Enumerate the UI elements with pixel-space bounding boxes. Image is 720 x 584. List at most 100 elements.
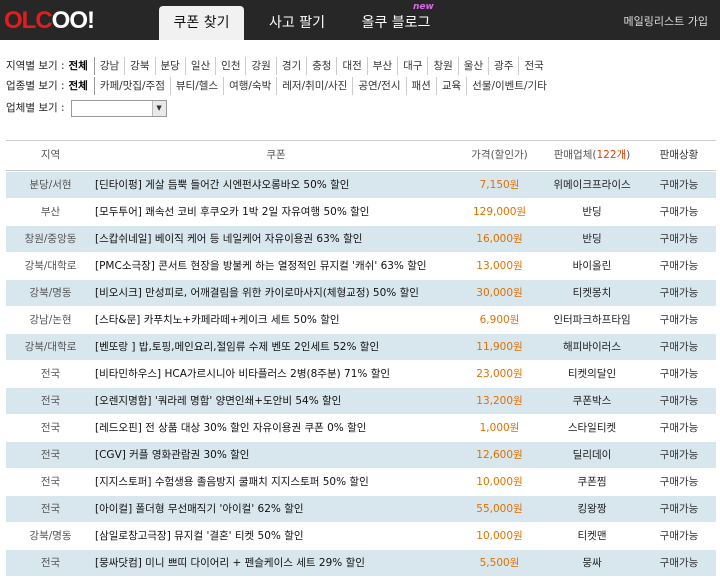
table-row[interactable]: 전국 [뭉싸닷컴] 미니 쁘띠 다이어리 + 펜슬케이스 세트 29% 할인 5… xyxy=(6,550,716,576)
row-price: 12,600원 xyxy=(476,449,523,461)
row-seller[interactable]: 바이올린 xyxy=(542,253,642,279)
table-row[interactable]: 전국 [레드오핀] 전 상품 대상 30% 할인 자유이용권 쿠폰 0% 할인 … xyxy=(6,415,716,441)
row-price: 129,000원 xyxy=(472,206,527,218)
row-status: 구매가능 xyxy=(659,179,699,191)
row-seller[interactable]: 스타일티켓 xyxy=(542,415,642,441)
region-item[interactable]: 울산 xyxy=(457,57,488,75)
row-coupon-link[interactable]: [삼일로창고극장] 뮤지컬 '결혼' 티켓 50% 할인 xyxy=(95,523,457,549)
row-coupon-link[interactable]: [PMC소극장] 콘서트 현장을 방불케 하는 열정적인 뮤지컬 '캐쉬' 63… xyxy=(95,253,457,279)
company-filter: 업체별 보기 : ▼ xyxy=(6,99,167,117)
table-row[interactable]: 강남/논현 [스타&문] 카푸치노+카페라떼+케이크 세트 50% 할인 6,9… xyxy=(6,307,716,333)
region-item[interactable]: 강북 xyxy=(124,57,154,75)
row-seller[interactable]: 쿠폰찜 xyxy=(542,469,642,495)
table-row[interactable]: 전국 [비타민하우스] HCA가르시니아 비타플러스 2병(8주분) 71% 할… xyxy=(6,361,716,387)
region-item[interactable]: 경기 xyxy=(275,57,306,75)
row-coupon-link[interactable]: [스타&문] 카푸치노+카페라떼+케이크 세트 50% 할인 xyxy=(95,307,457,333)
row-seller[interactable]: 인터파크하프타임 xyxy=(542,307,642,333)
region-item[interactable]: 인천 xyxy=(215,57,245,75)
row-region: 전국 xyxy=(40,449,61,461)
row-status: 구매가능 xyxy=(659,314,699,326)
region-item[interactable]: 강남 xyxy=(93,57,124,75)
row-coupon-link[interactable]: [오렌지명함] '쿼라레 명함' 양면인쇄+도안비 54% 할인 xyxy=(95,388,457,414)
row-status: 구매가능 xyxy=(659,368,699,380)
table-row[interactable]: 강북/명동 [비오시크] 만성피로, 어깨결림을 위한 카이로마사지(체형교정)… xyxy=(6,280,716,306)
table-row[interactable]: 전국 [오렌지명함] '쿼라레 명함' 양면인쇄+도안비 54% 할인 13,2… xyxy=(6,388,716,414)
row-price: 7,150원 xyxy=(479,179,520,191)
table-row[interactable]: 강북/대학로 [벤또랑 ] 밥,토핑,메인요리,절임류 수제 벤또 2인세트 5… xyxy=(6,334,716,360)
region-item[interactable]: 충청 xyxy=(306,57,336,75)
row-coupon-link[interactable]: [뭉싸닷컴] 미니 쁘띠 다이어리 + 펜슬케이스 세트 29% 할인 xyxy=(95,550,457,576)
category-item[interactable]: 교육 xyxy=(435,77,466,95)
table-row[interactable]: 창원/중앙동 [스캅쉬네일] 베이직 케어 등 네일케어 자유이용권 63% 할… xyxy=(6,226,716,252)
row-status: 구매가능 xyxy=(659,287,699,299)
region-item[interactable]: 대전 xyxy=(336,57,366,75)
category-item[interactable]: 카페/맛집/주점 xyxy=(93,77,170,95)
row-seller[interactable]: 위메이크프라이스 xyxy=(542,172,642,198)
row-coupon-link[interactable]: [비타민하우스] HCA가르시니아 비타플러스 2병(8주분) 71% 할인 xyxy=(95,361,457,387)
row-status: 구매가능 xyxy=(659,260,699,272)
region-item[interactable]: 대구 xyxy=(397,57,427,75)
table-row[interactable]: 전국 [지지스토퍼] 수험생용 졸음방지 쿨패치 지지스토퍼 50% 할인 10… xyxy=(6,469,716,495)
site-logo[interactable]: OLC OO! xyxy=(4,7,95,34)
region-item[interactable]: 강원 xyxy=(245,57,275,75)
mailing-list-link[interactable]: 메일링리스트 가입 xyxy=(624,13,708,29)
row-seller[interactable]: 쿠폰박스 xyxy=(542,388,642,414)
region-filter-all[interactable]: 전체 xyxy=(69,57,88,75)
table-row[interactable]: 강북/명동 [삼일로창고극장] 뮤지컬 '결혼' 티켓 50% 할인 10,00… xyxy=(6,523,716,549)
row-coupon-link[interactable]: [레드오핀] 전 상품 대상 30% 할인 자유이용권 쿠폰 0% 할인 xyxy=(95,415,457,441)
table-row[interactable]: 전국 [CGV] 커플 영화관람권 30% 할인 12,600원 딜리데이 구매… xyxy=(6,442,716,468)
region-item[interactable]: 광주 xyxy=(488,57,518,75)
row-seller[interactable]: 뭉싸 xyxy=(542,550,642,576)
region-item[interactable]: 일산 xyxy=(184,57,215,75)
company-select[interactable]: ▼ xyxy=(70,100,167,117)
company-filter-label: 업체별 보기 : xyxy=(6,102,65,114)
row-seller[interactable]: 딜리데이 xyxy=(542,442,642,468)
row-coupon-link[interactable]: [지지스토퍼] 수험생용 졸음방지 쿨패치 지지스토퍼 50% 할인 xyxy=(95,469,457,495)
row-seller[interactable]: 반딩 xyxy=(542,226,642,252)
tab-coupon-search[interactable]: 쿠폰 찾기 xyxy=(159,6,244,40)
category-filter-all[interactable]: 전체 xyxy=(69,77,88,95)
logo-text-red: OLC xyxy=(4,7,53,34)
row-seller[interactable]: 해피바이러스 xyxy=(542,334,642,360)
new-badge: new xyxy=(413,2,434,12)
chevron-down-icon[interactable]: ▼ xyxy=(151,101,166,116)
row-coupon-link[interactable]: [아이컬] 폴더형 무선매직기 '아이컬' 62% 할인 xyxy=(95,496,457,522)
row-seller[interactable]: 티켓의달인 xyxy=(542,361,642,387)
category-item[interactable]: 뷰티/헬스 xyxy=(169,77,223,95)
row-region: 전국 xyxy=(40,422,61,434)
row-seller[interactable]: 티켓몽치 xyxy=(542,280,642,306)
category-item[interactable]: 선물/이벤트/기타 xyxy=(466,77,552,95)
region-item[interactable]: 창원 xyxy=(427,57,457,75)
tab-buy-sell[interactable]: 사고 팔기 xyxy=(256,6,338,40)
region-item[interactable]: 전국 xyxy=(518,57,548,75)
header-region: 지역 xyxy=(40,149,61,161)
row-coupon-link[interactable]: [스캅쉬네일] 베이직 케어 등 네일케어 자유이용권 63% 할인 xyxy=(95,226,457,252)
row-coupon-link[interactable]: [비오시크] 만성피로, 어깨결림을 위한 카이로마사지(체형교정) 50% 할… xyxy=(95,280,457,306)
row-region: 전국 xyxy=(40,557,61,569)
category-item[interactable]: 레저/취미/사진 xyxy=(276,77,352,95)
table-row[interactable]: 분당/서현 [딘타이펑] 게살 듬뿍 들어간 시엔펀샤오롱바오 50% 할인 7… xyxy=(6,172,716,198)
row-seller[interactable]: 반딩 xyxy=(542,199,642,225)
region-filter: 지역별 보기 : 전체 강남 강북 분당 일산 인천 강원 경기 충청 대전 부… xyxy=(6,57,549,75)
table-row[interactable]: 전국 [아이컬] 폴더형 무선매직기 '아이컬' 62% 할인 55,000원 … xyxy=(6,496,716,522)
category-item[interactable]: 패션 xyxy=(405,77,436,95)
row-region: 강북/대학로 xyxy=(24,260,77,272)
region-item[interactable]: 부산 xyxy=(366,57,397,75)
row-coupon-link[interactable]: [모두투어] 쾌속선 코비 후쿠오카 1박 2일 자유여행 50% 할인 xyxy=(95,199,457,225)
category-item[interactable]: 여행/숙박 xyxy=(223,77,276,95)
row-seller[interactable]: 티켓맨 xyxy=(542,523,642,549)
row-coupon-link[interactable]: [CGV] 커플 영화관람권 30% 할인 xyxy=(95,442,457,468)
header-seller-prefix: 판매업체( xyxy=(553,149,597,161)
header-price: 가격(할인가) xyxy=(471,149,528,161)
region-item[interactable]: 분당 xyxy=(154,57,185,75)
row-region: 분당/서현 xyxy=(29,179,72,191)
row-price: 13,000원 xyxy=(476,260,523,272)
row-coupon-link[interactable]: [벤또랑 ] 밥,토핑,메인요리,절임류 수제 벤또 2인세트 52% 할인 xyxy=(95,334,457,360)
row-seller[interactable]: 킹왕짱 xyxy=(542,496,642,522)
row-price: 10,000원 xyxy=(476,476,523,488)
table-row[interactable]: 강북/대학로 [PMC소극장] 콘서트 현장을 방불케 하는 열정적인 뮤지컬 … xyxy=(6,253,716,279)
category-item[interactable]: 공연/전시 xyxy=(352,77,405,95)
table-row[interactable]: 부산 [모두투어] 쾌속선 코비 후쿠오카 1박 2일 자유여행 50% 할인 … xyxy=(6,199,716,225)
row-status: 구매가능 xyxy=(659,476,699,488)
row-coupon-link[interactable]: [딘타이펑] 게살 듬뿍 들어간 시엔펀샤오롱바오 50% 할인 xyxy=(95,172,457,198)
